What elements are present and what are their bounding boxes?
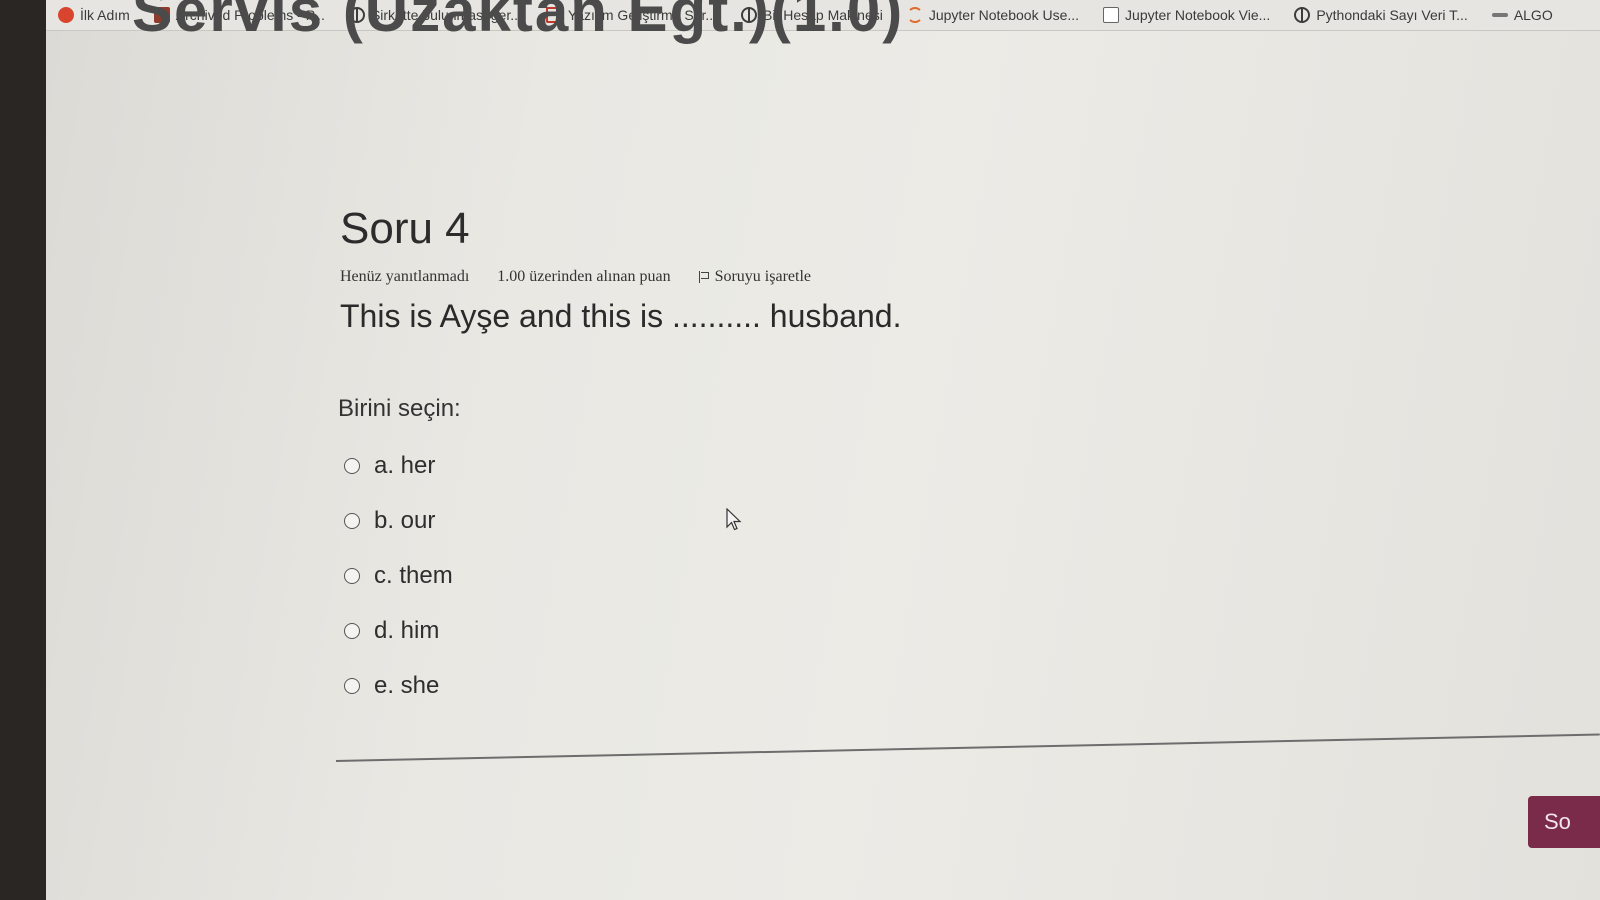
- flag-icon: [698, 271, 709, 283]
- section-divider: [335, 733, 1600, 762]
- jupyter-icon: [906, 7, 923, 23]
- answer-option-d[interactable]: d. him: [344, 603, 453, 658]
- bookmark-label: ALGO: [1513, 7, 1553, 23]
- next-page-button[interactable]: So: [1528, 796, 1600, 848]
- answer-prompt: Birini seçin:: [338, 395, 461, 422]
- page-heading: Servis (Uzaktan Eğt.)(1.0): [132, 0, 905, 44]
- dash-icon: [1491, 13, 1508, 17]
- option-label: e. she: [374, 671, 440, 699]
- answer-options: a. her b. our c. them d. him e. she: [344, 438, 453, 713]
- radio-button[interactable]: [344, 677, 360, 694]
- flag-question-link[interactable]: Soruyu işaretle: [698, 268, 811, 286]
- bookmark-label: Jupyter Notebook Use...: [928, 7, 1080, 23]
- question-title: Soru 4: [340, 204, 470, 253]
- answer-option-c[interactable]: c. them: [344, 548, 453, 603]
- bookmark-label: Jupyter Notebook Vie...: [1125, 7, 1271, 23]
- option-label: c. them: [374, 561, 453, 589]
- answer-option-a[interactable]: a. her: [344, 438, 453, 493]
- radio-button[interactable]: [344, 567, 360, 584]
- red-circle-icon: [58, 7, 74, 23]
- option-label: d. him: [374, 616, 440, 644]
- bookmark-label: İlk Adım: [80, 7, 130, 23]
- question-status: Henüz yanıtlanmadı: [340, 268, 470, 285]
- bookmark-ilk-adim[interactable]: İlk Adım: [46, 0, 142, 30]
- option-label: b. our: [374, 506, 436, 534]
- question-points: 1.00 üzerinden alınan puan: [497, 268, 671, 285]
- bookmark-jupyter-view[interactable]: Jupyter Notebook Vie...: [1091, 0, 1282, 30]
- browser-viewport: İlk Adım Archived Problems - P... Şirket…: [46, 0, 1600, 900]
- answer-option-e[interactable]: e. she: [344, 658, 453, 713]
- bookmark-pythondaki[interactable]: Pythondaki Sayı Veri T...: [1282, 0, 1480, 30]
- option-label: a. her: [374, 451, 436, 479]
- question-info: Henüz yanıtlanmadı 1.00 üzerinden alınan…: [340, 268, 811, 286]
- question-text: This is Ayşe and this is .......... husb…: [340, 298, 902, 334]
- bookmark-label: Pythondaki Sayı Veri T...: [1316, 7, 1468, 23]
- bookmark-jupyter-use[interactable]: Jupyter Notebook Use...: [895, 0, 1091, 30]
- radio-button[interactable]: [344, 512, 360, 529]
- doc-icon: [1103, 7, 1120, 23]
- radio-button[interactable]: [344, 457, 360, 474]
- bookmark-algo[interactable]: ALGO: [1480, 0, 1565, 30]
- flag-question-label: Soruyu işaretle: [714, 268, 811, 285]
- radio-button[interactable]: [344, 622, 360, 639]
- answer-option-b[interactable]: b. our: [344, 493, 453, 548]
- globe-icon: [1294, 7, 1311, 23]
